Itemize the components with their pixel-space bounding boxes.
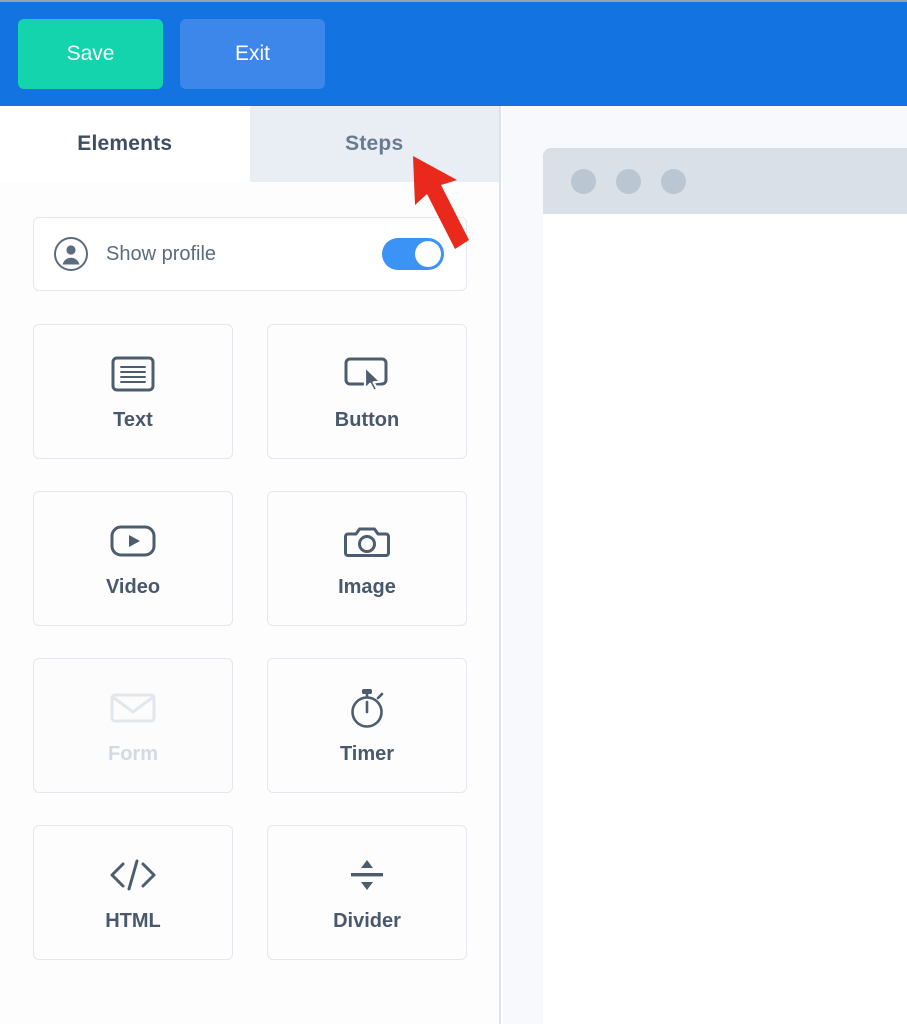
show-profile-label: Show profile	[106, 242, 217, 265]
tab-steps-label: Steps	[345, 132, 404, 155]
browser-preview-body[interactable]	[543, 214, 907, 1024]
window-dot-close-icon	[571, 168, 596, 194]
element-card-text[interactable]: Text	[33, 324, 233, 459]
camera-icon	[344, 518, 390, 564]
element-card-form: Form	[33, 658, 233, 793]
save-button[interactable]: Save	[18, 19, 163, 89]
button-cursor-icon	[343, 351, 391, 397]
element-label-timer: Timer	[339, 743, 395, 765]
element-card-image[interactable]: Image	[267, 491, 467, 626]
element-card-divider[interactable]: Divider	[267, 825, 467, 960]
left-sidebar: Elements Steps Show profile Text Button …	[0, 106, 501, 1024]
app-window: Save Exit Elements Steps Show profile Te…	[0, 0, 907, 1024]
element-card-html[interactable]: HTML	[33, 825, 233, 960]
video-play-icon	[109, 518, 157, 564]
sidebar-tabs: Elements Steps	[0, 106, 499, 182]
user-circle-icon	[53, 236, 89, 272]
browser-preview-mock[interactable]	[543, 148, 907, 1024]
element-label-image: Image	[338, 576, 396, 598]
exit-button[interactable]: Exit	[180, 19, 325, 89]
element-card-video[interactable]: Video	[33, 491, 233, 626]
element-label-divider: Divider	[333, 910, 401, 932]
tab-elements[interactable]: Elements	[0, 106, 250, 182]
tab-elements-label: Elements	[77, 132, 173, 155]
envelope-icon	[109, 685, 157, 731]
window-dot-minimize-icon	[616, 168, 641, 194]
divider-arrows-icon	[345, 852, 389, 898]
element-label-form: Form	[108, 743, 158, 765]
element-grid: Text Button Video Image Form Timer HTML …	[33, 324, 467, 960]
element-label-video: Video	[105, 576, 161, 598]
stopwatch-icon	[345, 685, 389, 731]
element-label-button: Button	[334, 409, 400, 431]
canvas-area	[503, 106, 907, 1024]
element-card-timer[interactable]: Timer	[267, 658, 467, 793]
tab-steps[interactable]: Steps	[249, 106, 499, 182]
browser-titlebar	[543, 148, 907, 214]
top-toolbar: Save Exit	[0, 2, 907, 106]
text-lines-icon	[110, 351, 156, 397]
window-dot-maximize-icon	[661, 168, 686, 194]
code-brackets-icon	[108, 852, 158, 898]
show-profile-toggle[interactable]	[382, 238, 444, 270]
show-profile-row[interactable]: Show profile	[33, 217, 467, 291]
element-label-html: HTML	[105, 910, 161, 932]
element-label-text: Text	[113, 409, 153, 431]
element-card-button[interactable]: Button	[267, 324, 467, 459]
